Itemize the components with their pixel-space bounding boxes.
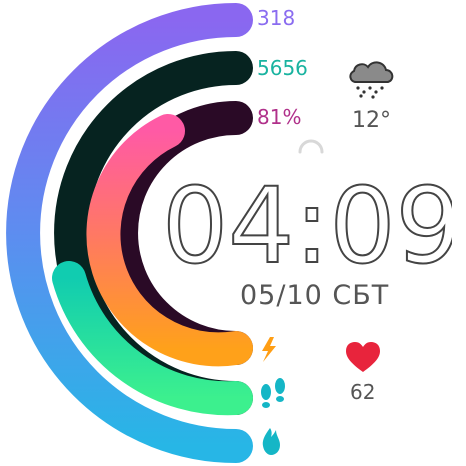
heart-rate-value: 62 [350,380,376,404]
date-display: 05/10 СБТ [240,280,390,311]
lightning-icon [262,337,276,362]
steps-value: 5656 [257,56,308,80]
cloud-snow-icon [349,61,394,99]
calories-value: 318 [257,6,296,30]
seconds-tick-icon [298,139,324,154]
time-display: 04:09 [162,172,452,272]
footprints-icon [261,378,285,408]
battery-value: 81% [257,105,302,129]
heart-icon [346,342,380,372]
time-text: 04:09 [162,172,452,272]
flame-icon [262,428,280,455]
temperature-value: 12° [352,108,391,133]
